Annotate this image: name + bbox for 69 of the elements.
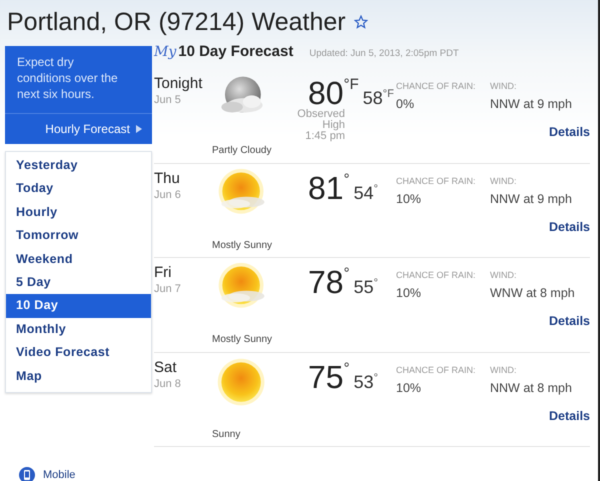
temp-unit: °: [374, 277, 378, 289]
temp-unit: °F: [382, 88, 394, 100]
wind-value: WNW at 8 mph: [490, 286, 575, 300]
mobile-link[interactable]: Mobile: [19, 466, 152, 481]
condition-text: Mostly Sunny: [211, 240, 272, 250]
rain-chance: 10%: [396, 380, 422, 394]
low-temp: 58: [362, 88, 383, 109]
day-name: Tonight: [154, 75, 202, 92]
temp-unit: °: [344, 172, 350, 188]
day-date: Jun 8: [154, 378, 181, 390]
day-name: Thu: [154, 170, 180, 186]
rain-chance: 0%: [396, 97, 414, 111]
wind-label: WIND:: [490, 176, 516, 186]
high-temp: 75: [308, 360, 344, 392]
alert-message: Expect dry conditions over the next six hours.: [16, 54, 119, 103]
rain-label: CHANCE OF RAIN:: [396, 364, 476, 374]
low-temp: 53: [354, 372, 374, 392]
nav-item[interactable]: Video Forecast: [6, 341, 151, 365]
nav-item[interactable]: Monthly: [6, 318, 151, 342]
nav-item[interactable]: Yesterday: [6, 154, 151, 178]
temp-unit: °: [344, 266, 350, 282]
temp-unit: °F: [344, 77, 359, 93]
nav-item[interactable]: 5 Day: [6, 270, 151, 294]
details-link[interactable]: Details: [549, 220, 590, 234]
nav-item[interactable]: Weekend: [6, 248, 151, 271]
star-icon[interactable]: [354, 15, 368, 29]
details-link[interactable]: Details: [549, 408, 590, 422]
high-temp: 78: [308, 266, 344, 298]
rain-label: CHANCE OF RAIN:: [396, 270, 476, 280]
wind-label: WIND:: [490, 364, 516, 374]
wind-value: NNW at 9 mph: [490, 97, 572, 111]
observed-note: Observed High 1:45 pm: [296, 109, 345, 142]
low-temp: 54: [354, 182, 374, 204]
high-temp: 81: [308, 172, 344, 204]
nav-item[interactable]: 10 Day: [6, 294, 151, 318]
nav-item[interactable]: Tomorrow: [6, 224, 151, 248]
nav-item[interactable]: Today: [6, 177, 151, 201]
hourly-forecast-link[interactable]: Hourly Forecast: [5, 113, 152, 144]
high-temp: 80: [308, 77, 344, 109]
page-title: Portland, OR (97214) Weather: [7, 8, 346, 36]
condition-text: Sunny: [211, 428, 240, 440]
nav-item[interactable]: Hourly: [6, 200, 151, 224]
updated-time: Updated: Jun 5, 2013, 2:05pm PDT: [309, 48, 459, 59]
condition-text: Partly Cloudy: [211, 145, 272, 156]
day-name: Fri: [154, 264, 172, 281]
rain-chance: 10%: [396, 192, 422, 206]
details-link[interactable]: Details: [549, 125, 590, 139]
wind-value: NNW at 8 mph: [490, 380, 572, 394]
wind-label: WIND:: [490, 270, 516, 280]
brand-logo: My: [154, 44, 176, 60]
phone-icon: [19, 466, 35, 481]
wind-value: NNW at 9 mph: [490, 192, 572, 206]
condition-text: Mostly Sunny: [211, 334, 272, 345]
caret-icon: [136, 125, 142, 133]
forecast-title: 10 Day Forecast: [178, 43, 294, 60]
rain-label: CHANCE OF RAIN:: [396, 176, 476, 186]
rain-label: CHANCE OF RAIN:: [396, 81, 476, 91]
nav-item[interactable]: Map: [6, 364, 151, 388]
temp-unit: °: [344, 360, 350, 376]
day-date: Jun 6: [154, 188, 181, 200]
day-date: Jun 7: [154, 283, 181, 295]
day-name: Sat: [154, 358, 177, 376]
details-link[interactable]: Details: [549, 314, 590, 328]
temp-unit: °: [374, 372, 378, 384]
rain-chance: 10%: [396, 286, 422, 300]
temp-unit: °: [374, 182, 378, 194]
low-temp: 55: [354, 277, 374, 298]
wind-label: WIND:: [490, 81, 516, 91]
day-date: Jun 5: [154, 94, 181, 106]
